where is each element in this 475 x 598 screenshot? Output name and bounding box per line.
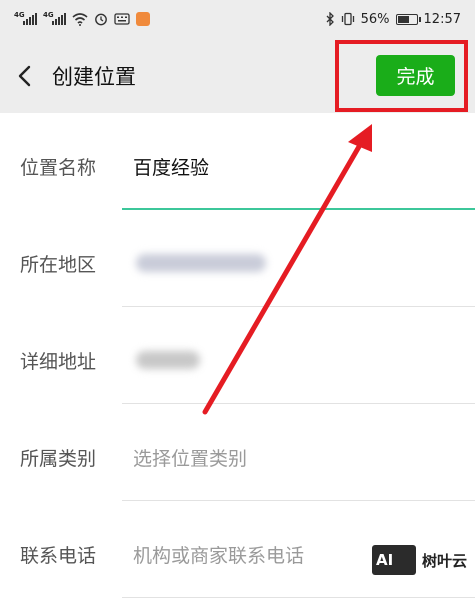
keyboard-icon bbox=[114, 13, 130, 25]
back-button[interactable] bbox=[0, 38, 48, 113]
signal-type-2: 4G bbox=[43, 11, 54, 19]
watermark-text: 树叶云 bbox=[422, 551, 468, 570]
app-notification-icon bbox=[136, 12, 150, 26]
phone-input[interactable]: 机构或商家联系电话 bbox=[133, 541, 304, 568]
form-row-region: 所在地区 bbox=[0, 210, 475, 307]
vibrate-icon bbox=[341, 12, 354, 26]
form-row-category: 所属类别 选择位置类别 bbox=[0, 404, 475, 501]
battery-icon bbox=[395, 13, 421, 25]
bluetooth-icon bbox=[326, 12, 334, 26]
status-bar: 4G 4G 56% 12:57 bbox=[0, 0, 475, 38]
location-form: 位置名称 百度经验 所在地区 详细地址 所属类别 选择位置类别 联系电话 机构或… bbox=[0, 113, 475, 598]
status-right: 56% 12:57 bbox=[325, 12, 461, 27]
address-input-blurred[interactable] bbox=[136, 351, 200, 369]
back-arrow-icon bbox=[18, 65, 31, 86]
region-value-blurred[interactable] bbox=[136, 254, 266, 272]
address-label: 详细地址 bbox=[20, 351, 97, 373]
status-time: 12:57 bbox=[423, 11, 461, 27]
signal-type-1: 4G bbox=[14, 11, 25, 19]
signal-icon: 4G bbox=[43, 11, 66, 25]
category-label: 所属类别 bbox=[20, 448, 97, 470]
done-button[interactable]: 完成 bbox=[376, 55, 455, 96]
watermark-logo: AI bbox=[372, 545, 416, 575]
category-selector[interactable]: 选择位置类别 bbox=[133, 444, 247, 471]
phone-label: 联系电话 bbox=[20, 545, 97, 567]
form-row-name: 位置名称 百度经验 bbox=[0, 113, 475, 210]
alarm-icon bbox=[95, 13, 107, 26]
battery-percent: 56% bbox=[360, 11, 390, 27]
form-row-address: 详细地址 bbox=[0, 307, 475, 404]
wifi-icon bbox=[72, 12, 88, 26]
signal-icon: 4G bbox=[14, 11, 37, 25]
name-input[interactable]: 百度经验 bbox=[133, 153, 209, 180]
page-title: 创建位置 bbox=[52, 64, 136, 89]
watermark: AI 树叶云 bbox=[372, 545, 467, 575]
nav-header: 创建位置 完成 bbox=[0, 38, 475, 113]
region-label: 所在地区 bbox=[20, 254, 97, 276]
name-label: 位置名称 bbox=[20, 157, 97, 179]
status-left: 4G 4G bbox=[14, 11, 150, 26]
